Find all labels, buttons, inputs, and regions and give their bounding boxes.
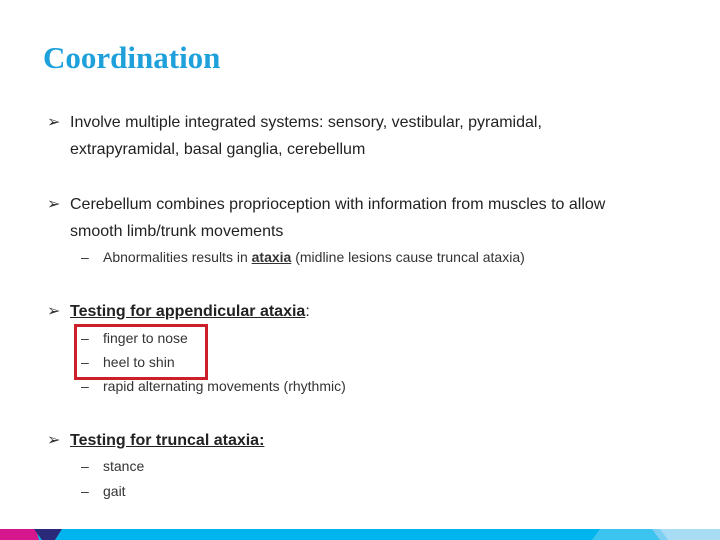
- sub-bullet-prefix: Abnormalities results in: [103, 249, 252, 265]
- footer-magenta-segment: [0, 529, 39, 540]
- slide-title: Coordination: [43, 40, 221, 75]
- bullet-text-line: Cerebellum combines proprioception with …: [70, 196, 606, 213]
- appendicular-ataxia-heading: Testing for appendicular ataxia: [70, 303, 306, 320]
- truncal-ataxia-heading: Testing for truncal ataxia:: [70, 432, 265, 449]
- dash-bullet-icon: –: [81, 458, 89, 474]
- footer-light-blue-segment-4: [660, 529, 720, 540]
- bullet-text-line: Involve multiple integrated systems: sen…: [70, 114, 542, 131]
- footer-decorative-bar: [0, 529, 720, 540]
- bullet-text-line: smooth limb/trunk movements: [70, 223, 284, 240]
- sub-bullet-suffix: (midline lesions cause truncal ataxia): [291, 249, 525, 265]
- ataxia-term: ataxia: [251, 249, 292, 265]
- sub-bullet-text: Abnormalities results in ataxia (midline…: [103, 245, 525, 269]
- sub-bullet-text: gait: [103, 483, 126, 499]
- bullet-text-line: extrapyramidal, basal ganglia, cerebellu…: [70, 141, 366, 158]
- dash-bullet-icon: –: [81, 249, 89, 265]
- red-highlight-box: [74, 324, 208, 380]
- arrow-bullet-icon: ➢: [47, 303, 61, 320]
- arrow-bullet-icon: ➢: [47, 432, 61, 449]
- dash-bullet-icon: –: [81, 483, 89, 499]
- arrow-bullet-icon: ➢: [47, 196, 61, 213]
- heading-colon: :: [305, 303, 310, 320]
- section-heading: Testing for appendicular ataxia:: [70, 299, 310, 325]
- section-heading: Testing for truncal ataxia:: [70, 428, 264, 454]
- sub-bullet-text: stance: [103, 458, 145, 474]
- arrow-bullet-icon: ➢: [47, 114, 61, 131]
- footer-light-blue-segment-2: [600, 529, 657, 540]
